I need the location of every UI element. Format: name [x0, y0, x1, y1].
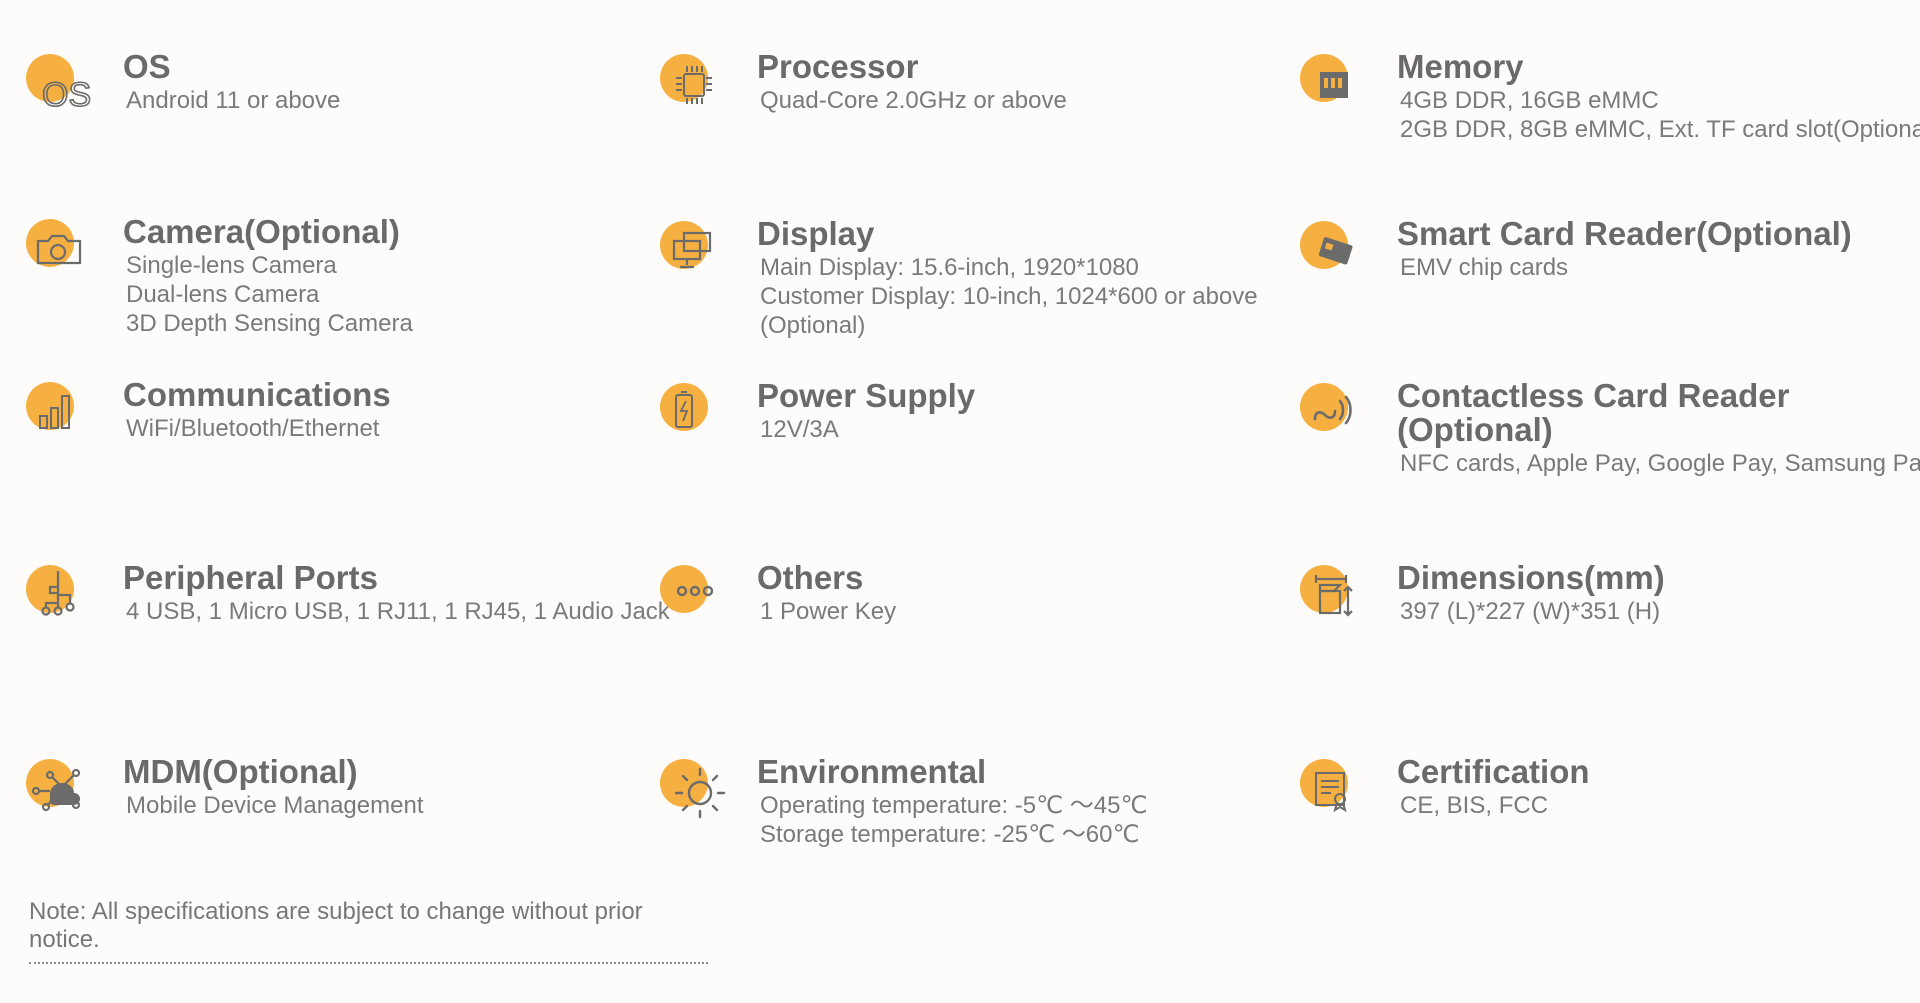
spec-title: Display [757, 215, 875, 252]
spec-title: MDM(Optional) [123, 753, 358, 790]
spec-title: Dimensions(mm) [1397, 559, 1665, 596]
spec-line: Operating temperature: -5℃ ～45℃ [760, 792, 1148, 819]
spec-line: 3D Depth Sensing Camera [126, 310, 413, 337]
spec-line: NFC cards, Apple Pay, Google Pay, Samsun… [1400, 450, 1920, 477]
spec-line: Customer Display: 10-inch, 1024*600 or a… [760, 283, 1258, 310]
more-icon [660, 561, 732, 633]
spec-title: Contactless Card Reader (Optional) [1397, 377, 1790, 448]
spec-line: Dual-lens Camera [126, 281, 320, 308]
spec-line: 1 Power Key [760, 598, 897, 625]
spec-title: Communications [123, 376, 391, 413]
signal-bars-icon [26, 378, 98, 450]
spec-line: Single-lens Camera [126, 252, 337, 279]
spec-line: Main Display: 15.6-inch, 1920*1080 [760, 254, 1139, 281]
spec-line: 4 USB, 1 Micro USB, 1 RJ11, 1 RJ45, 1 Au… [126, 598, 670, 625]
temperature-icon [660, 755, 732, 827]
display-icon [660, 217, 732, 289]
spec-line: WiFi/Bluetooth/Ethernet [126, 415, 380, 442]
battery-icon [660, 379, 732, 451]
memory-icon [1300, 50, 1372, 122]
spec-title: OS [123, 48, 171, 85]
spec-title: Power Supply [757, 377, 976, 414]
spec-title: Camera(Optional) [123, 213, 400, 250]
spec-line: EMV chip cards [1400, 254, 1569, 281]
spec-line: Storage temperature: -25℃ ～60℃ [760, 821, 1140, 848]
spec-line: 12V/3A [760, 416, 839, 443]
spec-line: Android 11 or above [126, 87, 341, 114]
spec-title: Memory [1397, 48, 1524, 85]
spec-title: Environmental [757, 753, 987, 790]
svg-text:OS: OS [42, 76, 91, 114]
certificate-icon [1300, 755, 1372, 827]
spec-title: Certification [1397, 753, 1590, 790]
dimensions-icon [1300, 561, 1372, 633]
spec-line: 2GB DDR, 8GB eMMC, Ext. TF card slot(Opt… [1400, 116, 1920, 143]
spec-line: CE, BIS, FCC [1400, 792, 1549, 819]
spec-line: 397 (L)*227 (W)*351 (H) [1400, 598, 1661, 625]
contactless-icon [1300, 379, 1372, 451]
spec-title: Smart Card Reader(Optional) [1397, 215, 1852, 252]
spec-line: Mobile Device Management [126, 792, 424, 819]
camera-icon [26, 215, 98, 287]
spec-title: Processor [757, 48, 919, 85]
spec-title: Peripheral Ports [123, 559, 378, 596]
spec-title: Others [757, 559, 864, 596]
os-icon: OS [26, 50, 98, 122]
spec-line: Quad-Core 2.0GHz or above [760, 87, 1067, 114]
mdm-icon [26, 755, 98, 827]
spec-line: (Optional) [760, 312, 866, 339]
disclaimer-note: Note: All specifications are subject to … [29, 898, 708, 964]
smart-card-icon [1300, 217, 1372, 289]
processor-icon [660, 50, 732, 122]
spec-line: 4GB DDR, 16GB eMMC [1400, 87, 1659, 114]
ports-icon [26, 561, 98, 633]
